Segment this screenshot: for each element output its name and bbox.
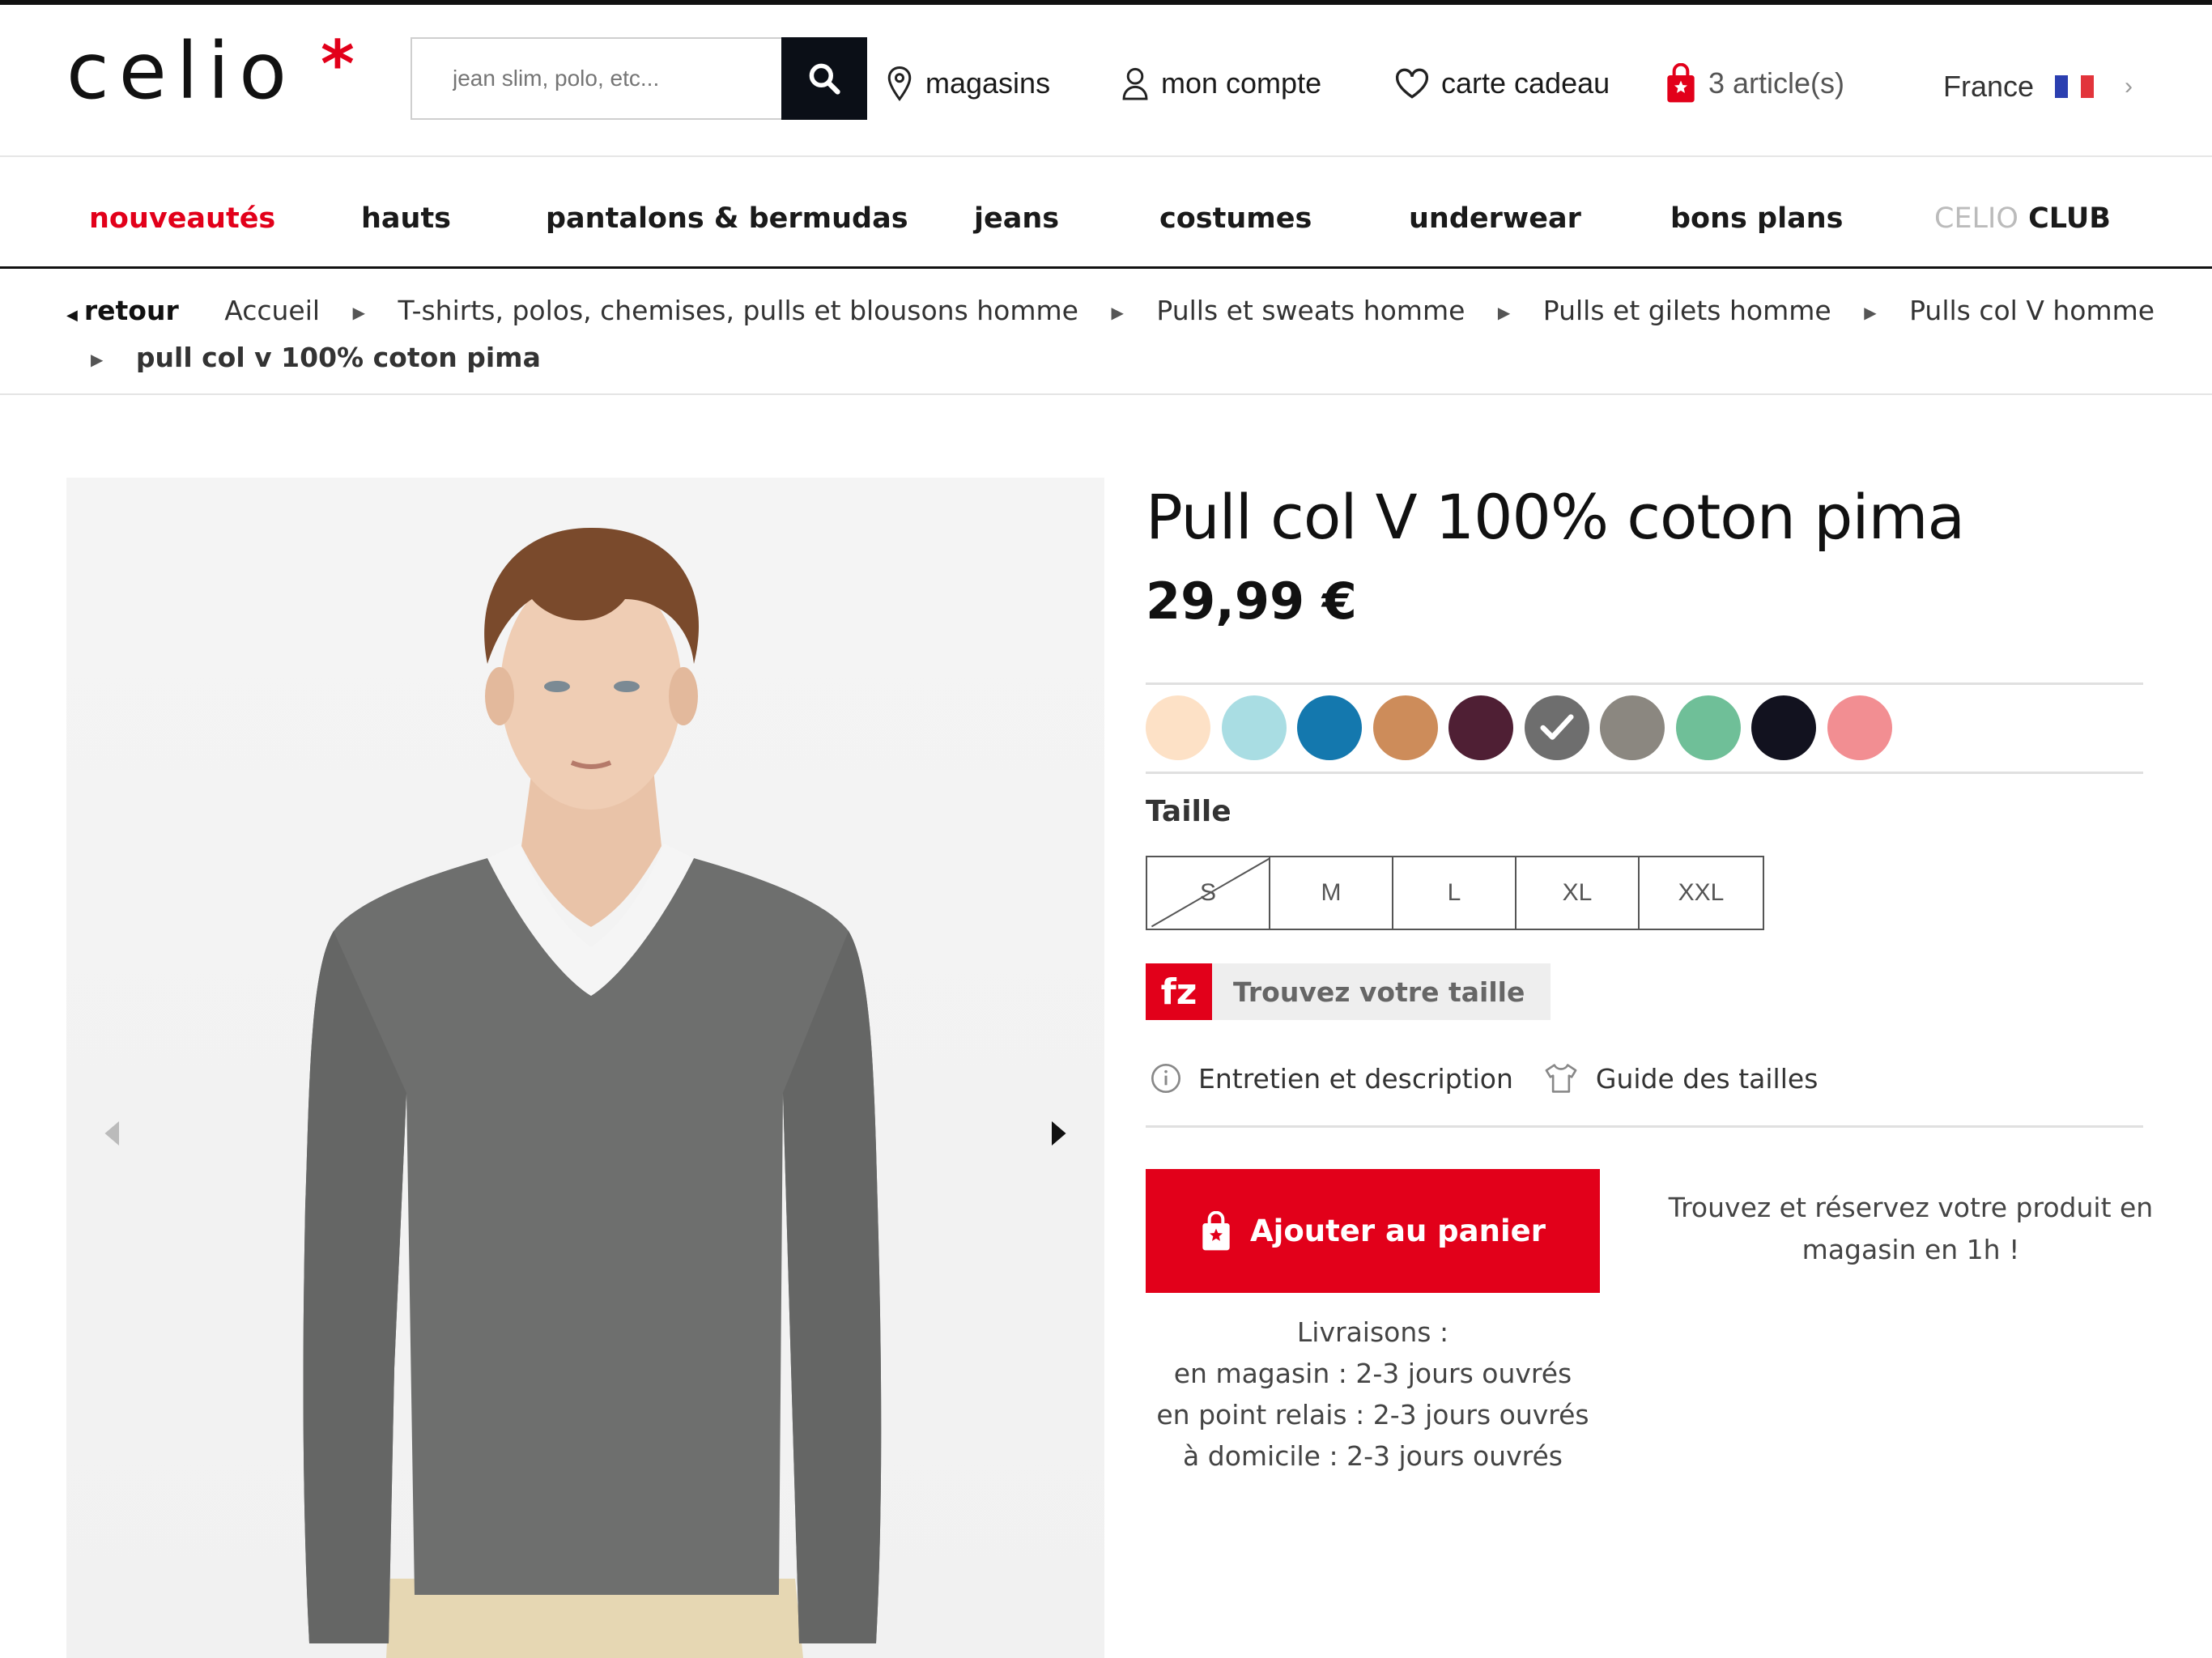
product-gallery[interactable] — [66, 478, 1104, 1658]
shopping-bag-icon — [1667, 63, 1695, 103]
color-swatch[interactable] — [1297, 695, 1362, 760]
size-option[interactable]: XXL — [1640, 857, 1763, 929]
account-label: mon compte — [1161, 66, 1322, 100]
caret-right-icon: ▶ — [1497, 302, 1511, 322]
breadcrumb-item[interactable]: Pulls et sweats homme — [1156, 295, 1465, 326]
fit-finder-label: Trouvez votre taille — [1233, 976, 1525, 1008]
gift-card-link[interactable]: carte cadeau — [1394, 63, 1610, 104]
divider — [1146, 1125, 2143, 1128]
france-flag-icon — [2055, 75, 2095, 98]
nav-jeans[interactable]: jeans — [974, 202, 1059, 235]
delivery-info: Livraisons : en magasin : 2-3 jours ouvr… — [1146, 1312, 1600, 1477]
nav-celio-club[interactable]: CELIO CLUB — [1934, 202, 2111, 235]
color-swatch[interactable] — [1372, 695, 1438, 760]
color-swatch[interactable] — [1675, 695, 1741, 760]
breadcrumb-divider — [0, 393, 2212, 395]
club-prefix: CELIO — [1934, 202, 2018, 235]
nav-trousers[interactable]: pantalons & bermudas — [546, 202, 908, 235]
care-link[interactable]: Entretien et description — [1150, 1062, 1513, 1095]
breadcrumb-current: pull col v 100% coton pima — [135, 342, 541, 373]
breadcrumb-item[interactable]: Pulls col V homme — [1909, 295, 2155, 326]
caret-right-icon: ▶ — [91, 349, 104, 369]
size-option[interactable]: M — [1270, 857, 1393, 929]
size-guide-link[interactable]: Guide des tailles — [1542, 1062, 1819, 1095]
main-nav: nouveautés hauts pantalons & bermudas je… — [0, 159, 2212, 269]
tshirt-icon — [1545, 1064, 1577, 1093]
checkmark-icon — [1539, 714, 1574, 740]
breadcrumb-item[interactable]: Pulls et gilets homme — [1543, 295, 1831, 326]
delivery-title: Livraisons : — [1296, 1316, 1449, 1348]
add-to-cart-button[interactable]: Ajouter au panier — [1146, 1169, 1600, 1293]
color-swatches — [1146, 695, 1903, 762]
size-selector: S M L XL XXL — [1146, 856, 1764, 930]
celio-logo[interactable]: celio — [66, 32, 296, 110]
stores-link[interactable]: magasins — [885, 63, 1050, 104]
color-swatch[interactable] — [1524, 695, 1589, 760]
color-swatch[interactable] — [1751, 695, 1816, 760]
size-option[interactable]: L — [1393, 857, 1516, 929]
breadcrumb-item[interactable]: Accueil — [224, 295, 320, 326]
nav-tops[interactable]: hauts — [361, 202, 451, 235]
country-label: France — [1943, 70, 2035, 103]
previous-image-icon[interactable] — [99, 1117, 123, 1150]
chevron-right-icon: › — [2125, 73, 2133, 100]
nav-underwear[interactable]: underwear — [1409, 202, 1581, 235]
stores-label: magasins — [925, 66, 1051, 100]
color-swatch[interactable] — [1827, 695, 1892, 760]
caret-right-icon: ▶ — [1864, 302, 1877, 322]
back-label: retour — [83, 295, 179, 326]
delivery-store: en magasin : 2-3 jours ouvrés — [1173, 1358, 1572, 1389]
country-selector[interactable]: France › — [1943, 70, 2133, 104]
breadcrumb-item[interactable]: T-shirts, polos, chemises, pulls et blou… — [398, 295, 1078, 326]
shopping-bag-icon — [1202, 1210, 1230, 1250]
account-link[interactable]: mon compte — [1121, 63, 1321, 104]
color-swatch[interactable] — [1221, 695, 1287, 760]
caret-right-icon: ▶ — [352, 302, 365, 322]
caret-right-icon: ▶ — [1111, 302, 1124, 322]
size-label: Taille — [1146, 795, 1231, 828]
color-swatch[interactable] — [1146, 695, 1210, 760]
size-guide-label: Guide des tailles — [1595, 1062, 1819, 1095]
care-label: Entretien et description — [1198, 1062, 1513, 1095]
product-info-links: Entretien et description Guide des taill… — [1150, 1062, 1847, 1095]
size-option[interactable]: XL — [1516, 857, 1640, 929]
gift-card-label: carte cadeau — [1441, 66, 1610, 100]
nav-new[interactable]: nouveautés — [89, 202, 275, 235]
next-image-icon[interactable] — [1048, 1117, 1072, 1150]
search-icon — [809, 63, 840, 95]
breadcrumb: ◀ retour Accueil ▶ T-shirts, polos, chemi… — [66, 290, 2172, 380]
info-icon — [1151, 1064, 1180, 1093]
search-input[interactable] — [412, 39, 781, 118]
search-button[interactable] — [781, 37, 867, 120]
divider — [1146, 682, 2143, 685]
product-title: Pull col V 100% coton pima — [1146, 481, 1965, 553]
delivery-home: à domicile : 2-3 jours ouvrés — [1183, 1440, 1563, 1472]
add-to-cart-label: Ajouter au panier — [1250, 1214, 1546, 1248]
color-swatch[interactable] — [1600, 695, 1665, 760]
cart-link[interactable]: 3 article(s) — [1665, 63, 1844, 104]
delivery-relay: en point relais : 2-3 jours ouvrés — [1156, 1399, 1589, 1431]
nav-suits[interactable]: costumes — [1159, 202, 1312, 235]
club-suffix: CLUB — [2028, 202, 2111, 235]
site-header: celio * magasins mon compte carte cadeau… — [0, 5, 2212, 157]
location-pin-icon — [887, 66, 912, 101]
product-photo — [303, 527, 882, 1658]
cart-count: 3 article(s) — [1708, 66, 1845, 100]
search-box — [410, 37, 867, 120]
fit-finder-logo: fz — [1146, 963, 1212, 1020]
reserve-in-store-link[interactable]: Trouvez et réservez votre produit en mag… — [1668, 1187, 2154, 1271]
size-option[interactable]: S — [1147, 857, 1270, 929]
back-link[interactable]: ◀ retour — [66, 295, 179, 326]
user-icon — [1122, 67, 1148, 100]
divider — [1146, 772, 2143, 774]
product-price: 29,99 € — [1146, 572, 1357, 631]
color-swatch[interactable] — [1448, 695, 1513, 760]
heart-icon — [1395, 68, 1429, 99]
fit-finder-button[interactable]: fz Trouvez votre taille — [1146, 963, 1551, 1020]
nav-deals[interactable]: bons plans — [1670, 202, 1843, 235]
logo-star: * — [321, 27, 355, 102]
chevron-left-icon: ◀ — [66, 307, 78, 324]
